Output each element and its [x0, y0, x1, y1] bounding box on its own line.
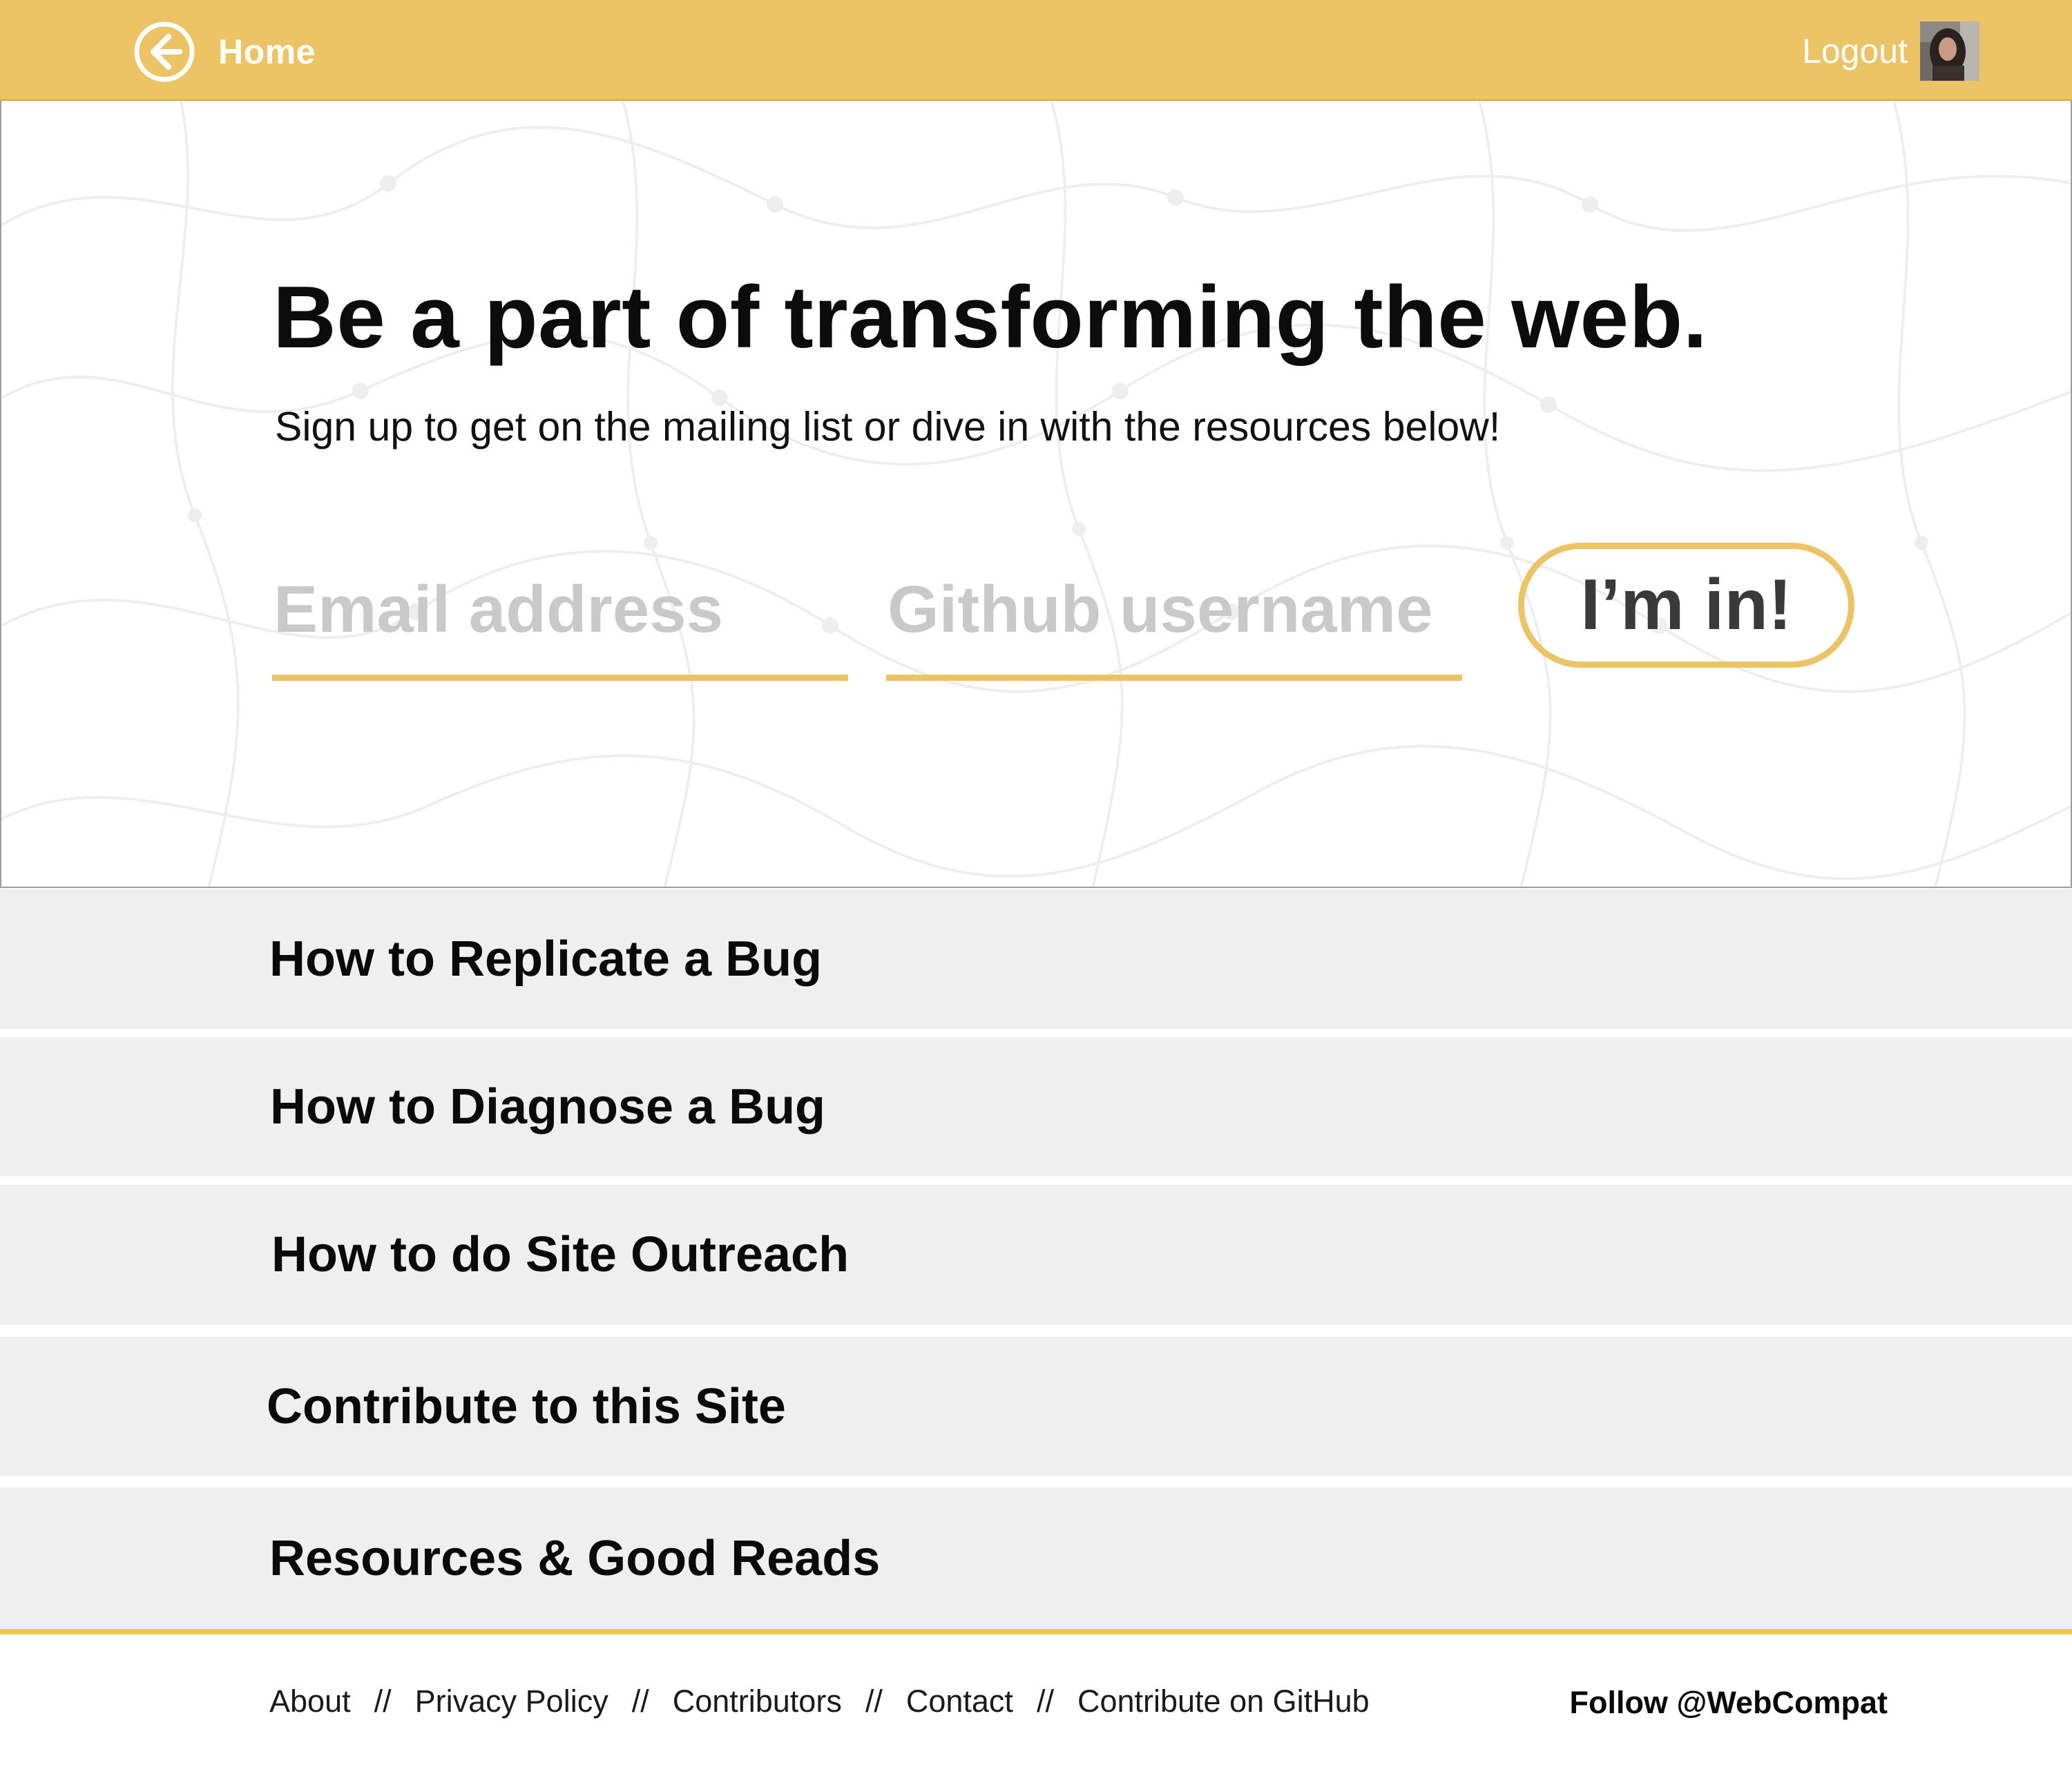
- resource-item-label: Resources & Good Reads: [269, 1530, 881, 1586]
- footer-separator: //: [631, 1683, 649, 1719]
- resource-item-label: Contribute to this Site: [267, 1379, 786, 1434]
- github-username-field[interactable]: [886, 557, 1462, 681]
- footer-link-about[interactable]: About: [269, 1683, 351, 1719]
- home-link[interactable]: Home: [133, 20, 316, 84]
- back-arrow-icon: [134, 21, 195, 82]
- footer-link-contributors[interactable]: Contributors: [673, 1683, 842, 1719]
- hero-title: Be a part of transforming the web.: [273, 268, 1708, 366]
- footer-link-contact[interactable]: Contact: [906, 1683, 1013, 1719]
- user-menu: Logout: [1802, 21, 1979, 81]
- footer-link-privacy-policy[interactable]: Privacy Policy: [415, 1683, 608, 1719]
- signup-hero: Be a part of transforming the web. Sign …: [0, 101, 2072, 888]
- home-label: Home: [218, 32, 316, 71]
- footer-link-contribute-github[interactable]: Contribute on GitHub: [1077, 1683, 1370, 1719]
- resource-item-good-reads[interactable]: Resources & Good Reads: [0, 1487, 2072, 1629]
- follow-twitter-link[interactable]: Follow @WebCompat: [1569, 1685, 1888, 1721]
- logout-link[interactable]: Logout: [1802, 31, 1908, 71]
- footer-separator: //: [1036, 1683, 1054, 1719]
- resource-item-label: How to do Site Outreach: [271, 1227, 850, 1282]
- im-in-button[interactable]: I’m in!: [1518, 543, 1854, 668]
- footer-nav: About // Privacy Policy // Contributors …: [269, 1683, 1370, 1719]
- resource-item-replicate-bug[interactable]: How to Replicate a Bug: [0, 889, 2072, 1029]
- top-nav-bar: Home Logout: [0, 0, 2072, 101]
- resource-item-contribute-site[interactable]: Contribute to this Site: [0, 1337, 2072, 1476]
- email-field[interactable]: [272, 557, 848, 681]
- resource-item-label: How to Diagnose a Bug: [270, 1079, 826, 1135]
- footer-divider: [0, 1629, 2072, 1634]
- resource-item-site-outreach[interactable]: How to do Site Outreach: [0, 1185, 2072, 1324]
- footer-separator: //: [374, 1683, 392, 1719]
- resource-item-diagnose-bug[interactable]: How to Diagnose a Bug: [0, 1037, 2072, 1177]
- resource-item-label: How to Replicate a Bug: [269, 932, 823, 987]
- hero-background-pattern: [1, 101, 2071, 887]
- avatar[interactable]: [1920, 21, 1979, 81]
- hero-subtitle: Sign up to get on the mailing list or di…: [275, 404, 1501, 450]
- footer-separator: //: [865, 1683, 883, 1719]
